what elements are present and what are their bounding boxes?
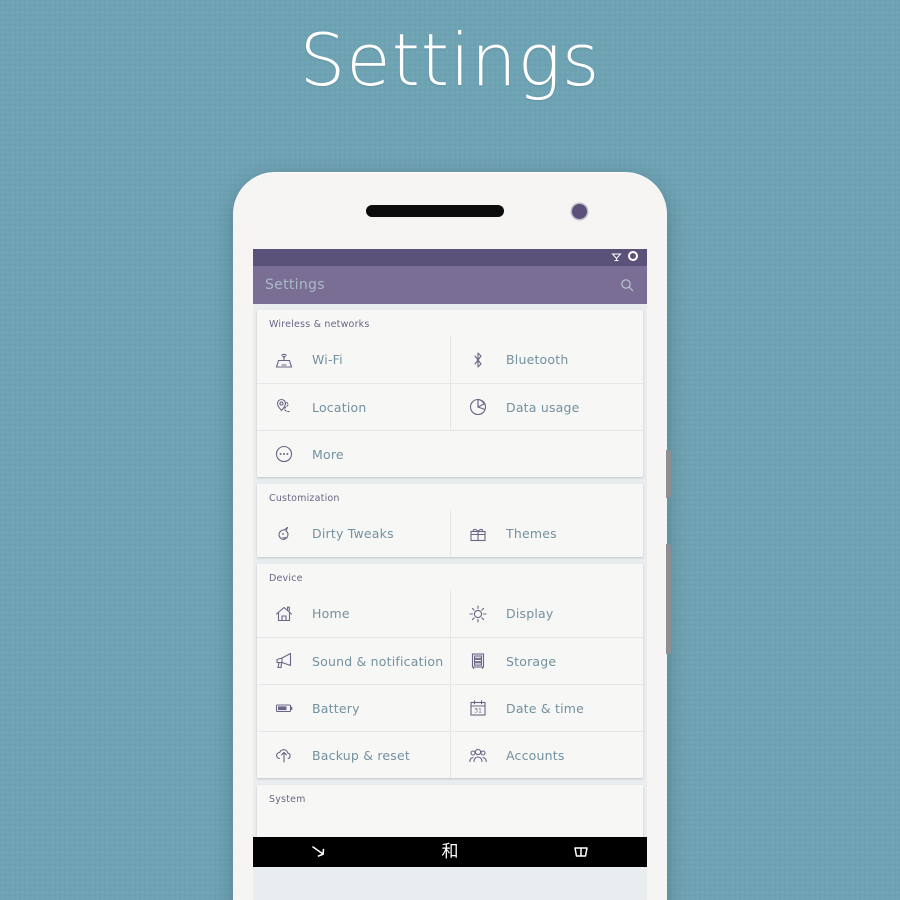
- section-header: Wireless & networks: [269, 319, 370, 330]
- settings-item-label: Themes: [506, 526, 557, 541]
- settings-item-location[interactable]: Location: [257, 383, 450, 430]
- section-wireless-networks: Wireless & networks Wi-Fi Bluetooth Loca…: [257, 310, 643, 477]
- settings-item-bluetooth[interactable]: Bluetooth: [450, 336, 643, 383]
- section-header: Device: [269, 573, 303, 584]
- settings-item-themes[interactable]: Themes: [450, 510, 643, 557]
- settings-item-label: Bluetooth: [506, 352, 569, 367]
- page-title: Settings: [299, 18, 601, 102]
- wifi-icon: [611, 249, 622, 267]
- megaphone-icon: [269, 646, 299, 676]
- settings-item-wifi[interactable]: Wi-Fi: [257, 336, 450, 383]
- settings-item-label: Storage: [506, 653, 557, 669]
- settings-item-label: Home: [312, 606, 350, 621]
- settings-item-label: More: [312, 446, 344, 462]
- phone-screen: Settings Wireless & networks Wi-Fi Bluet…: [253, 249, 647, 900]
- search-icon[interactable]: [620, 278, 635, 293]
- settings-item-data-usage[interactable]: Data usage: [450, 383, 643, 430]
- calendar-icon: 31: [463, 693, 493, 723]
- home-button[interactable]: 和: [420, 837, 480, 867]
- settings-item-accounts[interactable]: Accounts: [450, 731, 643, 778]
- settings-item-label: Location: [312, 399, 367, 415]
- filing-cabinet-icon: [463, 646, 493, 676]
- wifi-router-icon: [269, 345, 299, 375]
- cloud-upload-icon: [269, 740, 299, 770]
- front-camera: [572, 204, 587, 219]
- section-header: Customization: [269, 493, 340, 504]
- settings-item-home[interactable]: Home: [257, 590, 450, 637]
- battery-circle-icon: [627, 249, 639, 267]
- settings-row: Wi-Fi Bluetooth: [257, 336, 643, 383]
- settings-item-label: Data usage: [506, 399, 580, 415]
- more-dots-icon: [269, 439, 299, 469]
- power-button[interactable]: [666, 450, 671, 498]
- navigation-bar: 和: [253, 837, 647, 867]
- settings-item-date-time[interactable]: 31 Date & time: [450, 684, 643, 731]
- settings-item-label: Backup & reset: [312, 747, 410, 763]
- speaker-grille: [366, 205, 504, 217]
- settings-item-empty: [450, 430, 643, 477]
- settings-item-more[interactable]: More: [257, 430, 450, 477]
- back-button[interactable]: [289, 837, 349, 867]
- settings-row: More: [257, 430, 643, 477]
- settings-row: Home Display: [257, 590, 643, 637]
- gift-box-icon: [463, 519, 493, 549]
- status-bar: [253, 249, 647, 266]
- settings-item-label: Wi-Fi: [312, 352, 343, 367]
- settings-row: Sound & notification Storage: [257, 637, 643, 684]
- settings-item-label: Accounts: [506, 747, 565, 763]
- battery-icon: [269, 693, 299, 723]
- settings-item-label: Date & time: [506, 700, 585, 716]
- calendar-day: 31: [474, 708, 482, 715]
- settings-item-label: Battery: [312, 700, 360, 716]
- settings-item-dirty-tweaks[interactable]: Dirty Tweaks: [257, 510, 450, 557]
- app-bar: Settings: [253, 266, 647, 304]
- settings-item-label: Display: [506, 606, 554, 621]
- recents-button[interactable]: [551, 837, 611, 867]
- settings-row: Location Data usage: [257, 383, 643, 430]
- settings-row: Battery 31 Date & time: [257, 684, 643, 731]
- settings-list[interactable]: Wireless & networks Wi-Fi Bluetooth Loca…: [253, 304, 647, 900]
- settings-item-sound-notification[interactable]: Sound & notification: [257, 637, 450, 684]
- location-pin-icon: [269, 392, 299, 422]
- section-customization: Customization Dirty Tweaks Themes: [257, 484, 643, 557]
- settings-item-label: Dirty Tweaks: [312, 526, 394, 541]
- people-group-icon: [463, 740, 493, 770]
- settings-item-backup-reset[interactable]: Backup & reset: [257, 731, 450, 778]
- bluetooth-icon: [463, 345, 493, 375]
- unicorn-icon: [269, 519, 299, 549]
- settings-item-battery[interactable]: Battery: [257, 684, 450, 731]
- sun-brightness-icon: [463, 599, 493, 629]
- settings-item-storage[interactable]: Storage: [450, 637, 643, 684]
- settings-item-label: Sound & notification: [312, 653, 444, 669]
- section-header: System: [269, 794, 306, 805]
- app-bar-title: Settings: [265, 277, 325, 293]
- settings-item-display[interactable]: Display: [450, 590, 643, 637]
- settings-row: Dirty Tweaks Themes: [257, 510, 643, 557]
- pie-chart-icon: [463, 392, 493, 422]
- section-device: Device Home Display Sound & notification…: [257, 564, 643, 778]
- settings-row: Backup & reset Accounts: [257, 731, 643, 778]
- phone-device: Settings Wireless & networks Wi-Fi Bluet…: [233, 172, 671, 900]
- volume-button[interactable]: [666, 544, 671, 654]
- house-icon: [269, 599, 299, 629]
